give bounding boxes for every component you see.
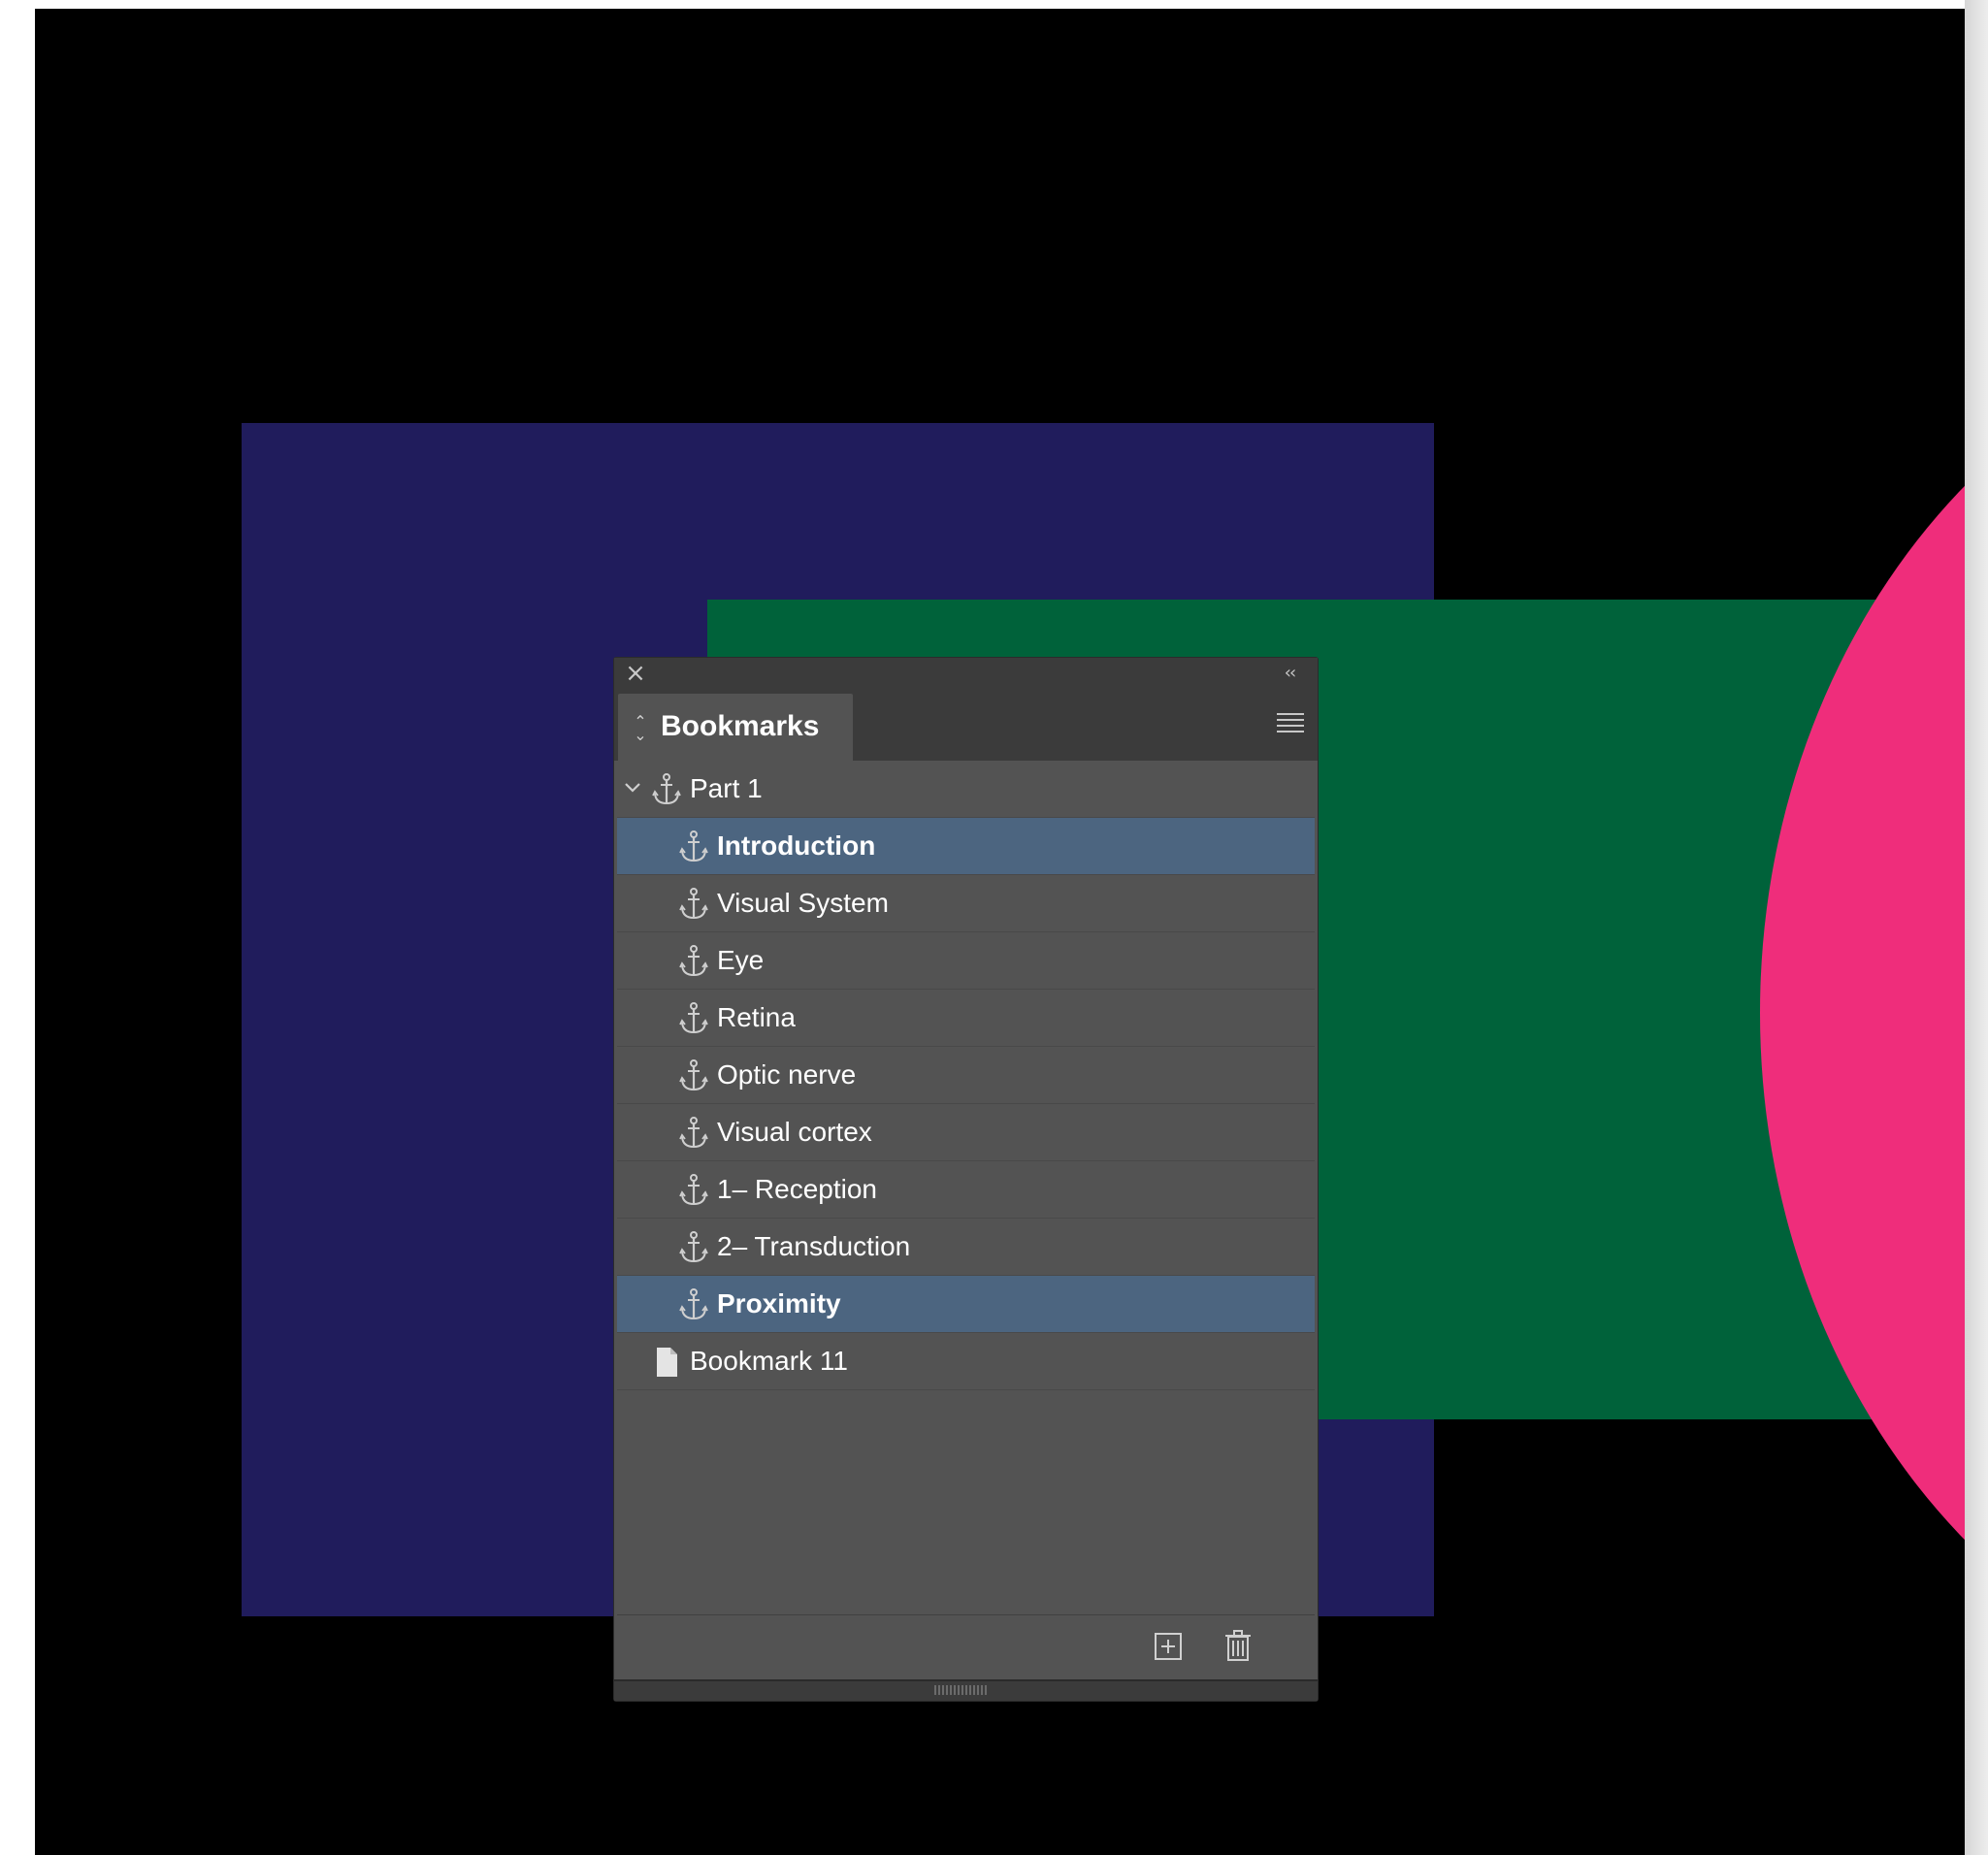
tab-reorder-arrows-icon: ⌃ ⌄ [634,712,647,744]
bookmark-label: Proximity [717,1288,841,1318]
pink-circle [1760,309,1965,1716]
close-icon[interactable]: × [624,661,647,686]
page-icon [652,1346,681,1379]
tab-title: Bookmarks [661,710,820,742]
panel-title-bar[interactable]: × ‹‹ [614,658,1318,690]
bookmark-label: Eye [717,945,765,975]
chevron-down-icon[interactable] [622,777,643,798]
bookmark-label: Visual cortex [717,1117,872,1147]
anchor-icon [679,1059,708,1092]
bookmark-label: 2– Transduction [717,1231,911,1261]
bookmark-item[interactable]: 1– Reception [617,1161,1315,1219]
tab-bookmarks[interactable]: ⌃ ⌄ Bookmarks [618,694,853,761]
bookmark-item[interactable]: Part 1 [617,761,1315,818]
bookmark-item[interactable]: Introduction [617,818,1315,875]
bookmark-item[interactable]: Bookmark 11 [617,1333,1315,1390]
anchor-icon [679,1117,708,1150]
panel-tab-strip: ⌃ ⌄ Bookmarks [614,690,1318,761]
bookmarks-panel: × ‹‹ ⌃ ⌄ Bookmarks Part 1 Introduction Visu… [613,657,1319,1702]
panel-footer [617,1614,1315,1681]
anchor-icon [652,773,681,806]
bookmark-item[interactable]: 2– Transduction [617,1219,1315,1276]
anchor-icon [679,888,708,921]
anchor-icon [679,830,708,863]
double-chevron-left-icon[interactable]: ‹‹ [1275,663,1304,684]
bookmark-label: Introduction [717,830,876,861]
bookmark-label: Optic nerve [717,1059,857,1090]
bookmark-list: Part 1 Introduction Visual System Eye Retina… [617,761,1315,1390]
new-bookmark-icon[interactable] [1154,1632,1183,1661]
trash-icon[interactable] [1222,1629,1254,1662]
anchor-icon [679,1174,708,1207]
bookmark-label: Bookmark 11 [690,1346,848,1376]
bookmark-item[interactable]: Visual cortex [617,1104,1315,1161]
anchor-icon [679,945,708,978]
anchor-icon [679,1288,708,1321]
panel-resize-bar [614,1679,1318,1701]
resize-grip[interactable] [934,1685,989,1695]
hamburger-menu-icon[interactable] [1277,713,1304,734]
bookmark-label: Part 1 [690,773,763,803]
bookmark-item[interactable]: Eye [617,932,1315,990]
anchor-icon [679,1231,708,1264]
bookmark-item[interactable]: Optic nerve [617,1047,1315,1104]
bookmark-item[interactable]: Proximity [617,1276,1315,1333]
bookmark-label: 1– Reception [717,1174,878,1204]
bookmark-item[interactable]: Visual System [617,875,1315,932]
bookmark-label: Retina [717,1002,796,1032]
window-edge-gutter [1965,0,1988,1855]
anchor-icon [679,1002,708,1035]
bookmark-item[interactable]: Retina [617,990,1315,1047]
bookmark-label: Visual System [717,888,889,918]
